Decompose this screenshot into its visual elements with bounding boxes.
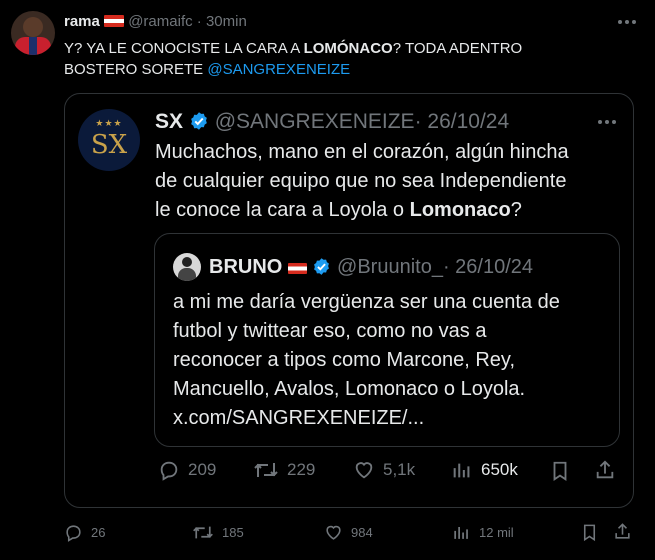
quote-author-name[interactable]: SX [155,110,183,133]
nested-handle[interactable]: @Bruunito_ [337,256,443,278]
like-count: 984 [351,525,373,540]
quote-more-icon[interactable] [598,120,616,124]
retweet-icon [193,526,213,539]
quote-line-3-c: ? [510,199,522,221]
quote-line-3-a: le conoce la cara a Loyola o [155,199,410,221]
views-button[interactable]: 12 mil [452,523,514,542]
quote-views-count: 650k [481,460,518,479]
mention-link[interactable]: @SANGREXENEIZE [207,61,350,78]
quote-like-count: 5,1k [383,460,416,479]
tweet-time[interactable]: · 30min [197,13,247,30]
like-icon [355,462,373,479]
retweet-count: 185 [222,525,244,540]
views-icon [454,526,468,539]
reply-count: 26 [91,525,106,540]
reply-icon [160,461,178,481]
bookmark-icon[interactable] [549,460,571,482]
quote-views-button[interactable]: 650k [451,459,518,481]
flag-icon [287,263,307,274]
more-icon[interactable] [618,20,636,24]
nested-line: Mancuello, Avalos, Lomonaco o Loyola. [173,378,526,400]
quote-line-3: le conoce la cara a Loyola o Lomonaco? [155,196,625,225]
quote-avatar[interactable]: ★★★ SX [78,109,140,171]
retweet-icon [254,463,278,477]
views-icon [453,463,470,478]
verified-icon [191,112,207,130]
like-button[interactable]: 984 [324,523,373,542]
reply-icon [66,525,81,542]
nested-line: futbol y twittear eso, como no vas a [173,320,487,342]
nested-text: a mi me daría vergüenza ser una cuenta d… [173,288,613,433]
quote-reply-count: 209 [188,460,217,479]
share-icon[interactable] [613,522,632,541]
quote-handle[interactable]: @SANGREXENEIZE [215,110,415,133]
retweet-button[interactable]: 185 [192,523,244,542]
nested-author-name[interactable]: BRUNO [209,256,282,278]
quote-header: SX @SANGREXENEIZE· 26/10/24 [155,109,509,135]
tweet-text-bold: LOMÓNACO [303,40,393,57]
avatar[interactable] [11,11,55,55]
tweet-text-part1: Y? YA LE CONOCISTE LA CARA A [64,40,304,57]
logo-text: SX [90,130,128,160]
reply-button[interactable]: 26 [64,523,105,542]
quote-tweet-card[interactable]: ★★★ SX SX @SANGREXENEIZE· 26/10/24 Mucha… [64,93,634,508]
quote-retweet-button[interactable]: 229 [253,459,315,481]
nested-line: a mi me daría vergüenza ser una cuenta d… [173,291,560,313]
views-count: 12 mil [479,525,514,540]
verified-icon [314,258,330,275]
flag-icon [104,15,125,27]
tweet-header: rama @ramaifc · 30min [64,13,247,31]
nested-header: BRUNO @Bruunito_· 26/10/24 [209,254,533,280]
quote-retweet-count: 229 [287,460,316,479]
quote-text: Muchachos, mano en el corazón, algún hin… [155,138,625,225]
quote-line-2: de cualquier equipo que no sea Independi… [155,170,567,192]
quote-like-button[interactable]: 5,1k [353,459,415,481]
tweet-text-line2: BOSTERO SORETE [64,61,208,78]
tweet-text: Y? YA LE CONOCISTE LA CARA A LOMÓNACO? T… [64,38,634,80]
logo-stars: ★★★ [95,118,123,128]
author-name[interactable]: rama [64,13,100,30]
nested-quote-card[interactable]: BRUNO @Bruunito_· 26/10/24 a mi me daría… [154,233,620,447]
bookmark-icon[interactable] [580,523,599,542]
quote-reply-button[interactable]: 209 [158,459,216,481]
author-handle[interactable]: @ramaifc [128,13,192,30]
like-icon [326,525,341,540]
quote-line-1: Muchachos, mano en el corazón, algún hin… [155,141,569,163]
nested-link[interactable]: x.com/SANGREXENEIZE/... [173,404,613,433]
nested-avatar[interactable] [173,253,201,281]
nested-date[interactable]: · 26/10/24 [443,256,533,278]
quote-line-3-bold: Lomonaco [409,199,511,221]
quote-date[interactable]: · 26/10/24 [415,110,510,133]
nested-line: reconocer a tipos como Marcone, Rey, [173,349,516,371]
share-icon[interactable] [594,459,616,481]
tweet-text-part2: ? TODA ADENTRO [392,40,523,57]
